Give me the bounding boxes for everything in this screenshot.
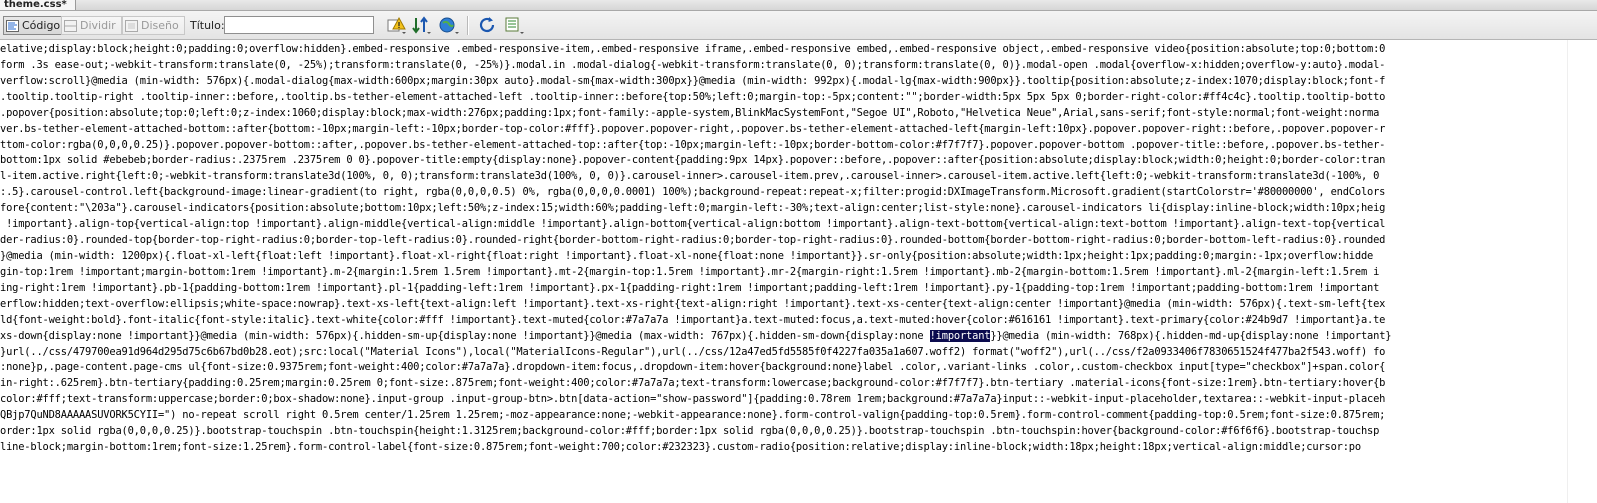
code-line-text: ld{font-weight:bold}.font-italic{font-st… xyxy=(0,313,1386,326)
title-input[interactable] xyxy=(224,16,374,34)
code-line[interactable]: erflow:hidden;text-overflow:ellipsis;whi… xyxy=(0,297,1567,313)
design-view-icon xyxy=(125,19,138,32)
sort-button[interactable] xyxy=(410,15,432,36)
code-line[interactable]: ttom-color:rgba(0,0,0,0.25)}.popover.pop… xyxy=(0,138,1567,154)
code-line-text: in-right:.625rem}.btn-tertiary{padding:0… xyxy=(0,377,1386,390)
code-line[interactable]: :.5}.carousel-control.left{background-im… xyxy=(0,185,1567,201)
refresh-button[interactable] xyxy=(477,15,499,36)
code-line-text: ing-right:1rem !important}.pb-1{padding-… xyxy=(0,281,1380,294)
code-line[interactable]: ver.bs-tether-element-attached-bottom::a… xyxy=(0,122,1567,138)
code-line-text: :none}p,.page-content.page-cms ul{font-s… xyxy=(0,361,1386,374)
code-line[interactable]: !important}.align-top{vertical-align:top… xyxy=(0,217,1567,233)
code-line[interactable]: form .3s ease-out;-webkit-transform:tran… xyxy=(0,58,1567,74)
code-line[interactable]: order:1px solid rgba(0,0,0,0.25)}.bootst… xyxy=(0,424,1567,440)
code-line-text: l-item.active.right{left:0;-webkit-trans… xyxy=(0,170,1380,183)
code-line-text: gin-top:1rem !important;margin-bottom:1r… xyxy=(0,265,1380,278)
document-toolbar: Código Dividir Diseño Título: xyxy=(0,11,1597,40)
code-line-text: QBjp7QuND8AAAAASUVORK5CYII=") no-repeat … xyxy=(0,409,1386,422)
code-line[interactable]: verflow:scroll}@media (min-width: 576px)… xyxy=(0,74,1567,90)
code-line[interactable]: l-item.active.right{left:0;-webkit-trans… xyxy=(0,169,1567,185)
selected-text: !important xyxy=(929,329,991,342)
split-view-label: Dividir xyxy=(80,19,116,32)
code-line[interactable]: in-right:.625rem}.btn-tertiary{padding:0… xyxy=(0,376,1567,392)
code-line-text: bottom:1px solid #ebebeb;border-radius:.… xyxy=(0,154,1386,167)
code-line[interactable]: ld{font-weight:bold}.font-italic{font-st… xyxy=(0,313,1567,329)
code-line-text: xs-down{display:none !important}}@media … xyxy=(0,329,930,342)
split-view-button[interactable]: Dividir xyxy=(61,16,122,35)
code-line-text: verflow:scroll}@media (min-width: 576px)… xyxy=(0,74,1386,87)
preview-in-browser-button[interactable] xyxy=(438,15,460,36)
code-line[interactable]: der-radius:0}.rounded-top{border-top-rig… xyxy=(0,233,1567,249)
title-label: Título: xyxy=(190,19,225,32)
code-line[interactable]: .popover{position:absolute;top:0;left:0;… xyxy=(0,106,1567,122)
code-line[interactable]: fore{content:"\203a"}.carousel-indicator… xyxy=(0,201,1567,217)
code-line[interactable]: xs-down{display:none !important}}@media … xyxy=(0,329,1567,345)
code-line[interactable]: :none}p,.page-content.page-cms ul{font-s… xyxy=(0,360,1567,376)
code-line[interactable]: .tooltip.tooltip-right .tooltip-inner::b… xyxy=(0,90,1567,106)
code-line-text: }@media (min-width: 1200px){.float-xl-le… xyxy=(0,249,1374,262)
sort-arrows-icon xyxy=(412,16,431,34)
view-options-icon xyxy=(505,17,524,34)
code-view-label: Código xyxy=(22,19,61,32)
code-line[interactable]: elative;display:block;height:0;padding:0… xyxy=(0,42,1567,58)
code-line-text: order:1px solid rgba(0,0,0,0.25)}.bootst… xyxy=(0,425,1380,438)
code-view-button[interactable]: Código xyxy=(3,16,67,35)
code-line[interactable]: QBjp7QuND8AAAAASUVORK5CYII=") no-repeat … xyxy=(0,408,1567,424)
code-line[interactable]: bottom:1px solid #ebebeb;border-radius:.… xyxy=(0,153,1567,169)
code-editor[interactable]: elative;display:block;height:0;padding:0… xyxy=(0,42,1567,503)
toolbar-separator xyxy=(467,16,469,35)
code-line-text: erflow:hidden;text-overflow:ellipsis;whi… xyxy=(0,297,1386,310)
document-tab-theme-css[interactable]: theme.css* xyxy=(0,0,76,10)
code-line-text: der-radius:0}.rounded-top{border-top-rig… xyxy=(0,234,1386,247)
code-line[interactable]: gin-top:1rem !important;margin-bottom:1r… xyxy=(0,265,1567,281)
code-line-text: fore{content:"\203a"}.carousel-indicator… xyxy=(0,202,1386,215)
code-line[interactable]: color:#fff;text-transform:uppercase;bord… xyxy=(0,392,1567,408)
code-line-text: line-block;margin-bottom:1rem;font-size:… xyxy=(0,441,1361,454)
code-line-text: ver.bs-tether-element-attached-bottom::a… xyxy=(0,122,1386,135)
code-line-text: }url(../css/479700ea91d964d295d75c6b67bd… xyxy=(0,345,1386,358)
globe-icon xyxy=(439,17,459,34)
code-line-text: :.5}.carousel-control.left{background-im… xyxy=(0,186,1386,199)
view-options-button[interactable] xyxy=(503,15,525,36)
design-view-label: Diseño xyxy=(141,19,179,32)
document-tab-strip: theme.css* xyxy=(0,0,1597,11)
check-page-warning-icon xyxy=(387,16,406,34)
code-line-text: .popover{position:absolute;top:0;left:0;… xyxy=(0,106,1380,119)
code-line-tail: }}@media (min-width: 768px){.hidden-md-u… xyxy=(990,329,1392,342)
code-line-text: !important}.align-top{vertical-align:top… xyxy=(0,218,1386,231)
editor-right-gutter xyxy=(1567,40,1597,503)
code-line-text: ttom-color:rgba(0,0,0,0.25)}.popover.pop… xyxy=(0,138,1386,151)
file-management-button[interactable] xyxy=(385,15,407,36)
split-view-icon xyxy=(64,19,77,32)
code-line-text: elative;display:block;height:0;padding:0… xyxy=(0,43,1386,55)
code-view-icon xyxy=(6,19,19,32)
code-line-text: form .3s ease-out;-webkit-transform:tran… xyxy=(0,58,1386,71)
design-view-button[interactable]: Diseño xyxy=(122,16,185,35)
code-line[interactable]: }url(../css/479700ea91d964d295d75c6b67bd… xyxy=(0,345,1567,361)
code-line-text: .tooltip.tooltip-right .tooltip-inner::b… xyxy=(0,90,1386,103)
code-line[interactable]: }@media (min-width: 1200px){.float-xl-le… xyxy=(0,249,1567,265)
code-line[interactable]: ing-right:1rem !important}.pb-1{padding-… xyxy=(0,281,1567,297)
refresh-icon xyxy=(479,17,495,33)
code-line-text: color:#fff;text-transform:uppercase;bord… xyxy=(0,393,1386,406)
code-line[interactable]: line-block;margin-bottom:1rem;font-size:… xyxy=(0,440,1567,456)
